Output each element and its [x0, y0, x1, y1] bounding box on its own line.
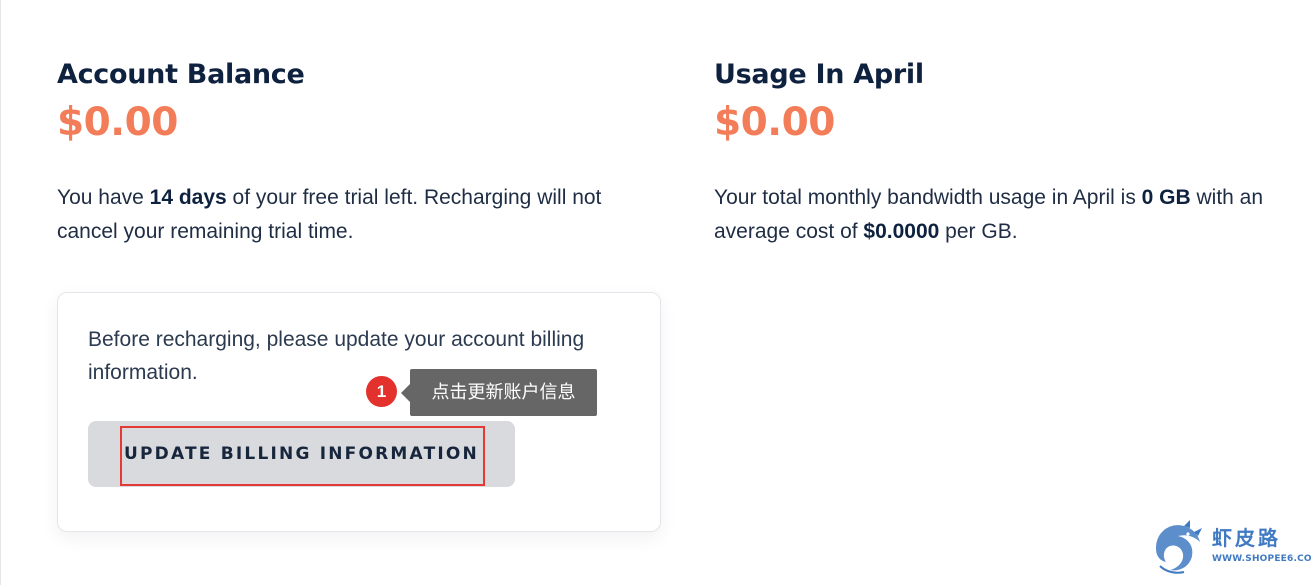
usage-amount: $0.00: [714, 100, 835, 145]
watermark-url: WWW.SHOPEE6.COM: [1212, 554, 1311, 564]
usage-gb: 0 GB: [1141, 186, 1191, 209]
watermark: 虾皮路 WWW.SHOPEE6.COM: [1150, 518, 1311, 576]
trial-desc-prefix: You have: [57, 186, 150, 209]
left-divider: [0, 0, 1, 585]
account-balance-amount: $0.00: [57, 100, 178, 145]
tooltip-arrow: [401, 384, 410, 402]
usage-title: Usage In April: [714, 59, 924, 90]
account-balance-section: Account Balance $0.00 You have 14 days o…: [57, 56, 657, 249]
account-balance-title: Account Balance: [57, 59, 305, 90]
usage-desc-suffix: per GB.: [939, 220, 1018, 243]
update-billing-button[interactable]: UPDATE BILLING INFORMATION: [88, 421, 515, 487]
billing-page: Account Balance $0.00 You have 14 days o…: [0, 0, 1311, 585]
watermark-title: 虾皮路: [1212, 526, 1281, 550]
dragon-logo-icon: [1156, 520, 1202, 574]
usage-desc-prefix: Your total monthly bandwidth usage in Ap…: [714, 186, 1142, 209]
trial-days: 14 days: [149, 186, 227, 209]
annotation-tooltip: 点击更新账户信息: [410, 369, 597, 416]
usage-desc-line2-prefix: average cost of: [714, 220, 864, 243]
step-number-badge: 1: [366, 376, 397, 407]
usage-desc-mid: with an: [1190, 186, 1264, 209]
usage-section: Usage In April $0.00 Your total monthly …: [714, 56, 1311, 249]
usage-cost: $0.0000: [863, 220, 940, 243]
usage-description: Your total monthly bandwidth usage in Ap…: [714, 181, 1311, 249]
update-billing-button-label: UPDATE BILLING INFORMATION: [124, 444, 479, 464]
trial-description: You have 14 days of your free trial left…: [57, 181, 657, 249]
